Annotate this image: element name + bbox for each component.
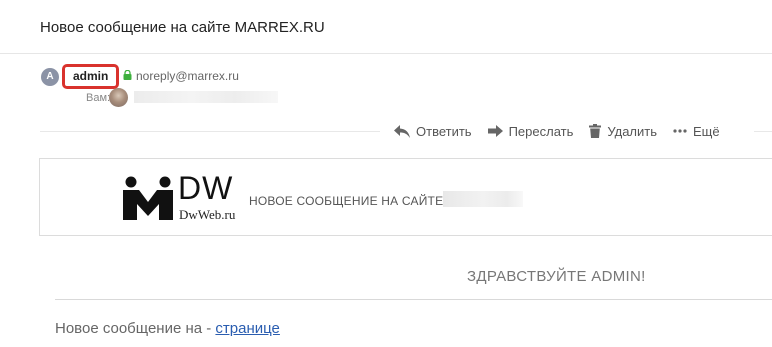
sender-email[interactable]: noreply@marrex.ru	[136, 69, 239, 83]
email-divider	[55, 299, 772, 300]
message-subject: Новое сообщение на сайте MARREX.RU	[40, 19, 325, 36]
brand-logo-text: DW	[178, 170, 234, 206]
delete-button[interactable]: Удалить	[589, 124, 657, 139]
sender-avatar[interactable]: A	[41, 68, 59, 86]
email-body-text: Новое сообщение на - странице	[55, 320, 280, 337]
more-label: Ещё	[693, 123, 720, 139]
reply-button[interactable]: Ответить	[394, 124, 472, 139]
dwweb-logo-icon	[123, 176, 173, 220]
subject-bar: Новое сообщение на сайте MARREX.RU	[0, 0, 772, 54]
header-divider	[40, 131, 380, 132]
page-link[interactable]: странице	[215, 320, 279, 337]
forward-label: Переслать	[508, 123, 574, 139]
header-divider-right	[754, 131, 772, 132]
more-button[interactable]: Ещё	[673, 124, 720, 139]
more-dots-icon	[673, 129, 687, 133]
forward-button[interactable]: Переслать	[487, 123, 574, 139]
recipient-email-redacted	[134, 91, 278, 103]
trash-icon	[589, 124, 602, 138]
recipient-label: Вам:	[86, 92, 111, 104]
message-actions: Ответить Переслать Удалить Ещё	[394, 121, 720, 141]
email-body-prefix: Новое сообщение на -	[55, 320, 216, 337]
email-greeting: ЗДРАВСТВУЙТЕ ADMIN!	[467, 268, 646, 285]
delete-label: Удалить	[607, 123, 658, 139]
site-name-redacted	[443, 191, 523, 207]
recipient-avatar[interactable]	[109, 88, 128, 107]
reply-label: Ответить	[416, 123, 472, 139]
reply-icon	[394, 124, 410, 138]
brand-site: DwWeb.ru	[179, 207, 236, 222]
sender-name[interactable]: admin	[62, 64, 120, 89]
lock-icon	[123, 70, 132, 80]
forward-icon	[487, 125, 503, 137]
email-header-title: НОВОЕ СООБЩЕНИЕ НА САЙТЕ	[249, 194, 444, 208]
